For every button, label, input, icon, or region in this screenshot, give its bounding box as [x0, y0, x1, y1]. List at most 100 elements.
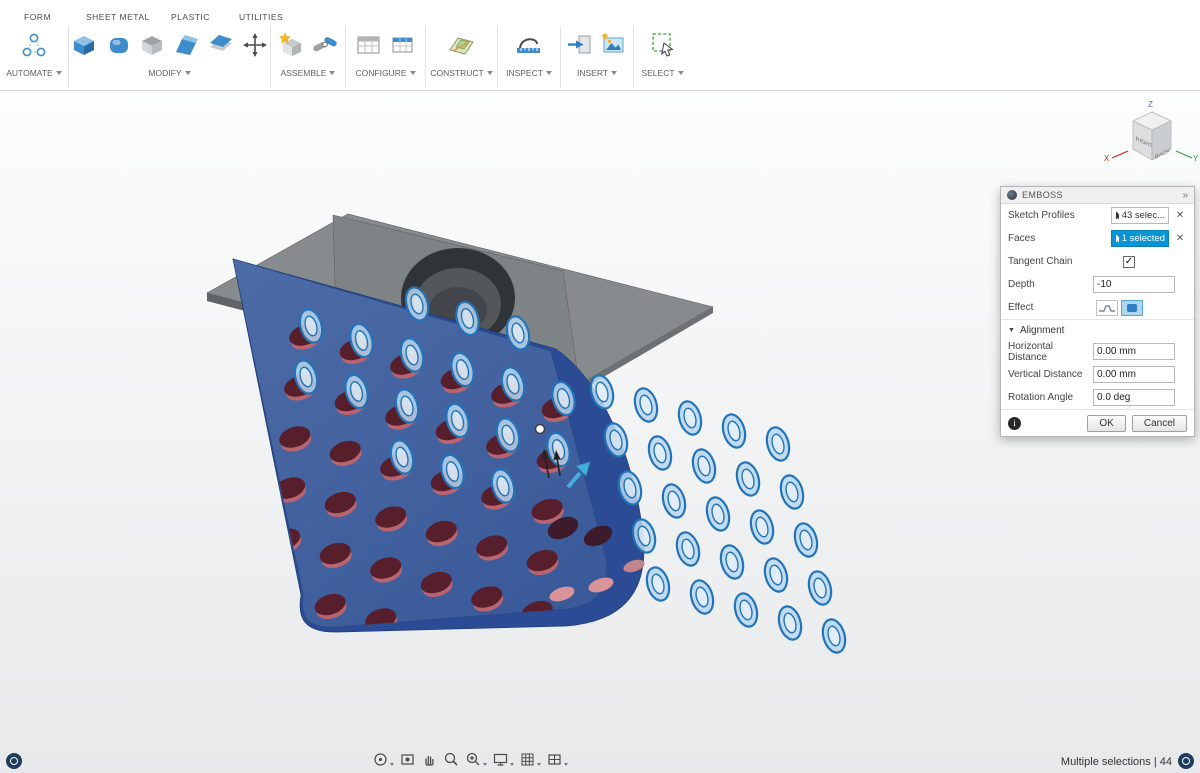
sketch-profile[interactable]: [703, 495, 733, 533]
dropdown-caret-icon: [611, 71, 617, 75]
look-at-button[interactable]: [398, 750, 417, 769]
axis-y-label: Y: [1193, 154, 1199, 163]
sketch-profile[interactable]: [733, 460, 763, 498]
info-icon[interactable]: i: [1008, 417, 1021, 430]
faces-row: Faces 1 selected ✕: [1001, 227, 1194, 250]
sketch-profile[interactable]: [761, 556, 791, 594]
dialog-header[interactable]: EMBOSS »: [1001, 187, 1194, 204]
faces-clear-button[interactable]: ✕: [1173, 233, 1187, 244]
vertical-distance-row: Vertical Distance: [1001, 363, 1194, 386]
group-construct: CONSTRUCT: [425, 26, 497, 88]
tangent-chain-row: Tangent Chain ✓: [1001, 250, 1194, 273]
dropdown-caret-icon: [487, 71, 493, 75]
display-settings-icon: [492, 751, 509, 768]
sketch-profile[interactable]: [731, 591, 761, 629]
sketch-profile[interactable]: [717, 543, 747, 581]
rotation-angle-label: Rotation Angle: [1008, 392, 1093, 403]
sketch-profile[interactable]: [747, 508, 777, 546]
assemble-menu[interactable]: ASSEMBLE: [281, 68, 336, 78]
alignment-section-header[interactable]: ▼ Alignment: [1001, 319, 1194, 340]
faces-selection-button[interactable]: 1 selected: [1111, 230, 1169, 247]
sketch-profile[interactable]: [687, 578, 717, 616]
grid-snaps-button[interactable]: [518, 750, 542, 769]
tangent-chain-checkbox[interactable]: ✓: [1123, 256, 1135, 268]
joint-icon: [310, 30, 340, 60]
press-pull-button[interactable]: [69, 30, 101, 63]
user-badge[interactable]: [1178, 753, 1194, 769]
pan-button[interactable]: [420, 750, 439, 769]
automate-menu[interactable]: AUTOMATE: [6, 68, 61, 78]
toolbar-groups: AUTOMATE: [0, 26, 1200, 88]
manipulator-origin-handle[interactable]: [536, 425, 545, 434]
effect-deboss-button[interactable]: [1121, 300, 1143, 316]
configure-menu[interactable]: CONFIGURE: [356, 68, 416, 78]
sketch-profile[interactable]: [659, 482, 689, 520]
sketch-profile[interactable]: [819, 617, 849, 655]
sketch-profile[interactable]: [719, 412, 749, 450]
move-copy-button[interactable]: [239, 30, 271, 63]
horizontal-distance-input[interactable]: [1093, 343, 1175, 360]
look-at-icon: [399, 751, 416, 768]
construct-menu[interactable]: CONSTRUCT: [430, 68, 492, 78]
configure-table-button[interactable]: [353, 30, 385, 63]
dialog-title: EMBOSS: [1022, 190, 1177, 200]
tab-plastic[interactable]: PLASTIC: [171, 12, 210, 22]
zoom-button[interactable]: [442, 750, 461, 769]
sketch-profile[interactable]: [791, 521, 821, 559]
ok-button[interactable]: OK: [1087, 415, 1125, 432]
horizontal-distance-label: Horizontal Distance: [1008, 341, 1093, 363]
navigation-bar: [371, 750, 569, 769]
job-status-badge[interactable]: [6, 753, 22, 769]
depth-input[interactable]: [1093, 276, 1175, 293]
new-component-button[interactable]: [275, 30, 307, 63]
insert-button[interactable]: [564, 30, 596, 63]
canvas-image-button[interactable]: [598, 30, 630, 63]
sketch-profile[interactable]: [643, 565, 673, 603]
dialog-expand-icon[interactable]: »: [1182, 190, 1188, 201]
viewcube[interactable]: X Y Z RIGHT BACK: [1104, 100, 1199, 163]
sketch-profile[interactable]: [689, 447, 719, 485]
insert-menu[interactable]: INSERT: [577, 68, 617, 78]
sketch-profile[interactable]: [673, 530, 703, 568]
sketch-profile[interactable]: [631, 386, 661, 424]
dropdown-caret-icon: [410, 71, 416, 75]
automate-button[interactable]: [18, 30, 50, 63]
horizontal-distance-row: Horizontal Distance: [1001, 340, 1194, 363]
inspect-menu[interactable]: INSPECT: [506, 68, 552, 78]
measure-button[interactable]: [513, 30, 545, 63]
construction-plane-button[interactable]: [446, 30, 478, 63]
sketch-profile[interactable]: [805, 569, 835, 607]
sketch-profile[interactable]: [675, 399, 705, 437]
rotation-angle-input[interactable]: [1093, 389, 1175, 406]
joint-button[interactable]: [309, 30, 341, 63]
canvas-image-icon: [599, 30, 629, 60]
measure-icon: [514, 30, 544, 60]
hole: [261, 576, 299, 609]
sketch-profile[interactable]: [775, 604, 805, 642]
select-button[interactable]: [647, 30, 679, 63]
tab-form[interactable]: FORM: [24, 12, 51, 22]
fit-button[interactable]: [464, 750, 488, 769]
orbit-button[interactable]: [371, 750, 395, 769]
configure-table-icon: [354, 30, 384, 60]
sketch-profiles-clear-button[interactable]: ✕: [1173, 210, 1187, 221]
configure-features-button[interactable]: [387, 30, 419, 63]
modify-menu[interactable]: MODIFY: [148, 68, 190, 78]
sketch-profiles-selection-button[interactable]: 43 selec...: [1111, 207, 1169, 224]
cancel-button[interactable]: Cancel: [1132, 415, 1187, 432]
tab-utilities[interactable]: UTILITIES: [239, 12, 283, 22]
fillet-button[interactable]: [103, 30, 135, 63]
display-settings-button[interactable]: [491, 750, 515, 769]
sketch-profile[interactable]: [777, 473, 807, 511]
viewports-button[interactable]: [545, 750, 569, 769]
dropdown-caret-icon: [56, 71, 62, 75]
thicken-button[interactable]: [205, 30, 237, 63]
effect-emboss-button[interactable]: [1096, 300, 1118, 316]
vertical-distance-input[interactable]: [1093, 366, 1175, 383]
sketch-profile[interactable]: [763, 425, 793, 463]
draft-button[interactable]: [171, 30, 203, 63]
sketch-profile[interactable]: [645, 434, 675, 472]
tab-sheet-metal[interactable]: SHEET METAL: [86, 12, 150, 22]
select-menu[interactable]: SELECT: [641, 68, 683, 78]
shell-button[interactable]: [137, 30, 169, 63]
